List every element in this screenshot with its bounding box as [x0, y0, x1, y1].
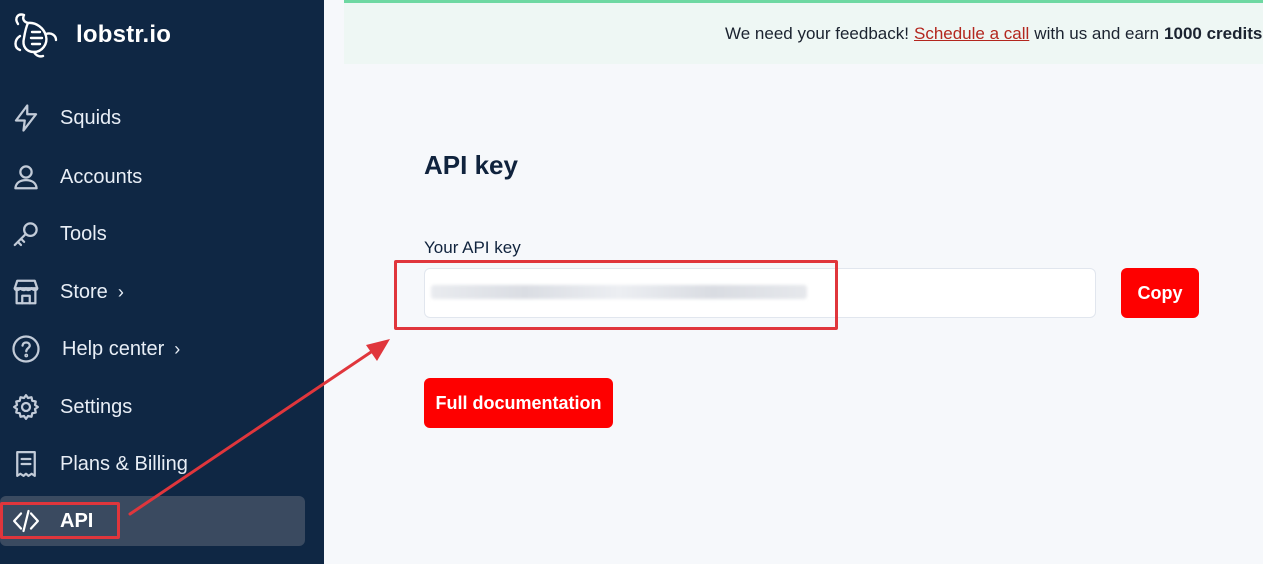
sidebar-item-label: Plans & Billing [60, 452, 188, 475]
banner-text: We need your feedback! [725, 23, 909, 43]
help-circle-icon [10, 333, 42, 365]
sidebar-item-plans-billing[interactable]: Plans & Billing [0, 439, 305, 489]
sidebar-item-label: Settings [60, 395, 133, 418]
api-key-label: Your API key [424, 238, 521, 257]
sidebar-item-help-center[interactable]: Help center › [0, 324, 305, 374]
gear-icon [10, 391, 42, 423]
sidebar-item-accounts[interactable]: Accounts [0, 152, 305, 202]
sidebar-item-label: Tools [60, 222, 107, 245]
sidebar-item-label: Accounts [60, 165, 143, 188]
api-key-field[interactable] [424, 268, 1096, 318]
sidebar-item-label: Help center [62, 337, 165, 360]
chevron-right-icon: › [174, 338, 181, 359]
user-icon [10, 161, 42, 193]
banner-credits: 1000 credits [1164, 23, 1263, 43]
feedback-banner: We need your feedback! Schedule a call w… [344, 0, 1263, 64]
banner-text-middle: with us and earn [1034, 23, 1160, 43]
sidebar-item-tools[interactable]: Tools [0, 209, 305, 259]
sidebar: lobstr.io Squids Accounts Tools Store › … [0, 0, 324, 564]
full-documentation-button[interactable]: Full documentation [424, 378, 613, 428]
sidebar-item-store[interactable]: Store › [0, 267, 305, 317]
sidebar-item-api[interactable]: API [0, 496, 305, 546]
receipt-icon [10, 448, 42, 480]
store-icon [10, 276, 42, 308]
lobster-logo-icon [14, 13, 58, 58]
api-key-value-redacted [431, 285, 807, 299]
brand-name: lobstr.io [76, 21, 172, 48]
sidebar-item-label: Squids [60, 106, 122, 129]
sidebar-item-label: Store [60, 280, 108, 303]
sidebar-item-settings[interactable]: Settings [0, 382, 305, 432]
schedule-call-link[interactable]: Schedule a call [914, 24, 1029, 44]
code-icon [10, 505, 42, 537]
lightning-icon [10, 102, 42, 134]
sidebar-item-label: API [60, 509, 94, 532]
brand[interactable]: lobstr.io [10, 10, 171, 60]
copy-button[interactable]: Copy [1121, 268, 1199, 318]
chevron-right-icon: › [117, 281, 124, 302]
page-title: API key [424, 150, 518, 180]
key-icon [10, 218, 42, 250]
sidebar-item-squids[interactable]: Squids [0, 93, 305, 143]
